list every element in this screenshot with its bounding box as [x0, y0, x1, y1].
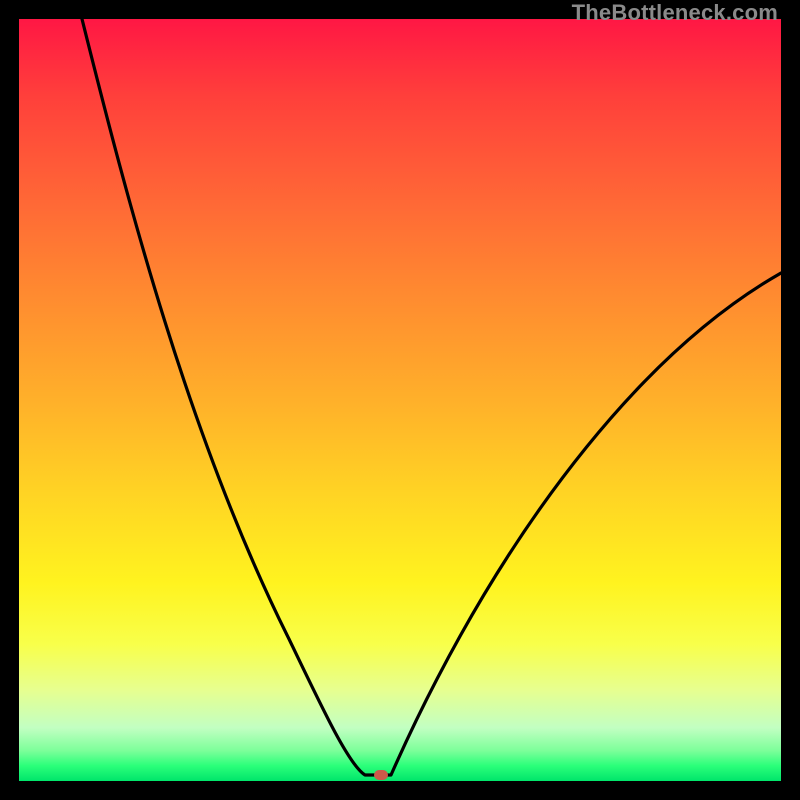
- chart-frame: TheBottleneck.com: [0, 0, 800, 800]
- watermark-text: TheBottleneck.com: [572, 0, 778, 26]
- plot-area: [19, 19, 781, 781]
- bottleneck-curve: [19, 19, 781, 781]
- optimal-point-marker: [374, 770, 388, 780]
- curve-path: [82, 19, 781, 775]
